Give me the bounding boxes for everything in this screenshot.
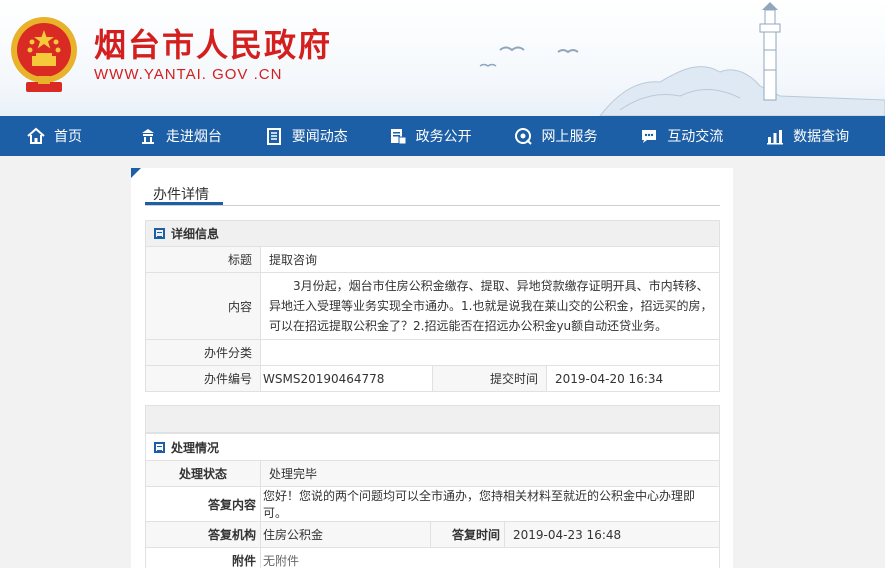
nav-item-interaction[interactable]: 互动交流 (639, 116, 765, 156)
table-row: 标题 提取咨询 (145, 246, 720, 273)
list-icon (154, 441, 165, 453)
table-row: 办件分类 (145, 339, 720, 366)
table-row: 答复机构 住房公积金 答复时间 2019-04-23 16:48 (145, 521, 720, 548)
process-section-header: 处理情况 (145, 433, 720, 461)
nav-label: 网上服务 (541, 129, 598, 145)
nav-label: 走进烟台 (165, 129, 222, 145)
tab-underline (145, 202, 223, 205)
table-row: 内容 3月份起，烟台市住房公积金缴存、提取、异地贷款缴存证明开具、市内转移、异地… (145, 272, 720, 340)
building-icon (138, 126, 158, 146)
label-reply-org: 答复机构 (145, 521, 261, 548)
chat-icon (639, 126, 659, 146)
label-status: 处理状态 (145, 460, 261, 487)
value-content: 3月份起，烟台市住房公积金缴存、提取、异地贷款缴存证明开具、市内转移、异地迁入受… (260, 272, 720, 340)
value-reply-time: 2019-04-23 16:48 (504, 521, 720, 548)
label-title: 标题 (145, 246, 261, 273)
value-title: 提取咨询 (260, 246, 720, 273)
nav-item-news[interactable]: 要闻动态 (264, 116, 388, 156)
document-icon (388, 126, 408, 146)
nav-label: 要闻动态 (291, 129, 348, 145)
site-url[interactable]: WWW.YANTAI. GOV .CN (94, 66, 282, 83)
label-submit-time: 提交时间 (432, 365, 547, 392)
nav-item-data-query[interactable]: 数据查询 (765, 116, 885, 156)
table-row: 办件编号 WSMS20190464778 提交时间 2019-04-20 16:… (145, 365, 720, 392)
detail-section-header: 详细信息 (145, 220, 720, 247)
corner-mark (131, 168, 141, 178)
home-icon (26, 126, 46, 146)
tab-divider (145, 205, 720, 206)
value-case-number: WSMS20190464778 (260, 365, 433, 392)
label-content: 内容 (145, 272, 261, 340)
value-status: 处理完毕 (260, 460, 720, 487)
value-reply-org: 住房公积金 (260, 521, 431, 548)
list-icon (154, 228, 165, 239)
lighthouse-scenery-icon (479, 2, 885, 116)
value-reply: 您好！您说的两个问题均可以全市通办，您持相关材料至就近的公积金中心办理即可。 (260, 486, 720, 522)
label-reply: 答复内容 (145, 486, 261, 522)
table-row: 处理状态 处理完毕 (145, 460, 720, 487)
nav-label: 互动交流 (667, 129, 724, 145)
news-icon (264, 126, 284, 146)
nav-item-gov-affairs[interactable]: 政务公开 (388, 116, 514, 156)
process-table: 处理情况 处理状态 处理完毕 答复内容 您好！您说的两个问题均可以全市通办，您持… (145, 433, 720, 568)
section-title: 处理情况 (171, 440, 220, 455)
nav-item-online-service[interactable]: 网上服务 (513, 116, 639, 156)
section-spacer (145, 405, 720, 433)
nav-label: 数据查询 (793, 129, 850, 145)
table-row: 附件 无附件 (145, 547, 720, 568)
site-header: 烟台市人民政府 WWW.YANTAI. GOV .CN (0, 0, 885, 116)
service-icon (513, 126, 533, 146)
main-nav: 首页 走进烟台 要闻动态 政务公开 网上服务 互动交流 数据查询 (0, 116, 885, 156)
site-title[interactable]: 烟台市人民政府 (94, 20, 332, 66)
national-emblem-icon (11, 17, 77, 92)
value-submit-time: 2019-04-20 16:34 (546, 365, 720, 392)
tab-case-detail[interactable]: 办件详情 (153, 184, 209, 210)
label-attachment: 附件 (145, 547, 261, 568)
label-reply-time: 答复时间 (430, 521, 505, 548)
section-title: 详细信息 (171, 227, 220, 241)
nav-label: 政务公开 (415, 129, 472, 145)
table-row: 答复内容 您好！您说的两个问题均可以全市通办，您持相关材料至就近的公积金中心办理… (145, 486, 720, 522)
label-category: 办件分类 (145, 339, 261, 366)
nav-item-about[interactable]: 走进烟台 (138, 116, 264, 156)
value-category (260, 339, 720, 366)
value-attachment: 无附件 (260, 547, 720, 568)
label-case-number: 办件编号 (145, 365, 261, 392)
chart-icon (765, 126, 785, 146)
nav-item-home[interactable]: 首页 (26, 116, 138, 156)
nav-label: 首页 (54, 129, 82, 145)
detail-table: 详细信息 标题 提取咨询 内容 3月份起，烟台市住房公积金缴存、提取、异地贷款缴… (145, 220, 720, 392)
